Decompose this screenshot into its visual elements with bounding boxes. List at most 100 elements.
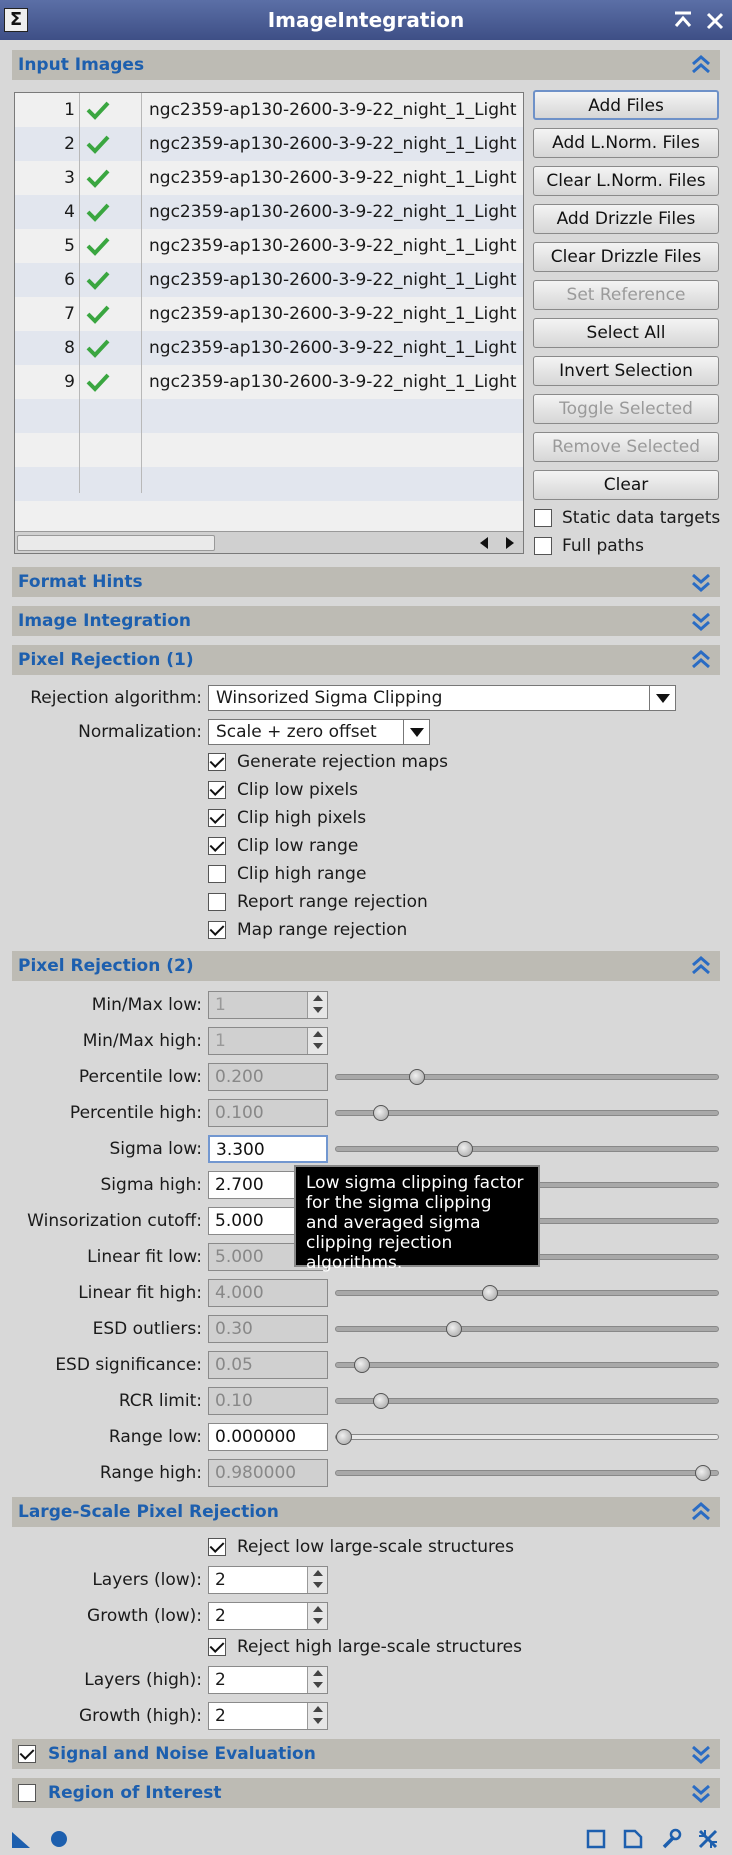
- list-item[interactable]: 8 ngc2359-ap130-2600-3-9-22_night_1_Light: [15, 331, 523, 365]
- list-item[interactable]: 6 ngc2359-ap130-2600-3-9-22_night_1_Light: [15, 263, 523, 297]
- collapse-section-icon[interactable]: [690, 649, 712, 671]
- sigma-low-field[interactable]: 3.300: [208, 1135, 328, 1163]
- slider-thumb[interactable]: [354, 1357, 370, 1373]
- collapse-section-icon[interactable]: [690, 1501, 712, 1523]
- growth-low-stepper[interactable]: 2: [208, 1602, 328, 1630]
- slider-thumb[interactable]: [409, 1069, 425, 1085]
- select-all-button[interactable]: Select All: [533, 318, 719, 348]
- section-pixel-rejection-2[interactable]: Pixel Rejection (2): [12, 951, 720, 981]
- check-icon[interactable]: [85, 235, 111, 257]
- esd-significance-field[interactable]: 0.05: [208, 1351, 328, 1379]
- collapse-section-icon[interactable]: [690, 54, 712, 76]
- clear-button[interactable]: Clear: [533, 470, 719, 500]
- signal-noise-checkbox[interactable]: [18, 1745, 36, 1763]
- esd-outliers-slider[interactable]: [335, 1321, 719, 1337]
- scrollbar-thumb[interactable]: [17, 535, 215, 551]
- chevron-down-icon[interactable]: [403, 720, 429, 744]
- document-icon[interactable]: [622, 1828, 644, 1850]
- check-icon[interactable]: [85, 269, 111, 291]
- section-image-integration[interactable]: Image Integration: [12, 606, 720, 636]
- check-icon[interactable]: [85, 371, 111, 393]
- preview-icon[interactable]: [585, 1828, 607, 1850]
- slider-thumb[interactable]: [373, 1393, 389, 1409]
- minmax-high-stepper[interactable]: 1: [208, 1027, 328, 1055]
- title-bar[interactable]: Σ ImageIntegration: [0, 0, 732, 40]
- expand-section-icon[interactable]: [690, 1743, 712, 1765]
- check-icon[interactable]: [85, 167, 111, 189]
- rcr-limit-field[interactable]: 0.10: [208, 1387, 328, 1415]
- input-files-list[interactable]: 1 ngc2359-ap130-2600-3-9-22_night_1_Light…: [14, 92, 524, 554]
- layers-low-stepper[interactable]: 2: [208, 1566, 328, 1594]
- growth-high-stepper[interactable]: 2: [208, 1702, 328, 1730]
- scroll-left-icon[interactable]: [477, 536, 491, 550]
- apply-global-icon[interactable]: [48, 1828, 70, 1850]
- linear-fit-high-slider[interactable]: [335, 1285, 719, 1301]
- clear-lnorm-files-button[interactable]: Clear L.Norm. Files: [533, 166, 719, 196]
- clip-low-range-checkbox[interactable]: [208, 837, 226, 855]
- list-item[interactable]: 4 ngc2359-ap130-2600-3-9-22_night_1_Light: [15, 195, 523, 229]
- sigma-low-slider[interactable]: [335, 1141, 719, 1157]
- stepper-arrows-icon[interactable]: [307, 1667, 327, 1693]
- percentile-high-field[interactable]: 0.100: [208, 1099, 328, 1127]
- reject-low-large-scale-checkbox[interactable]: [208, 1538, 226, 1556]
- range-low-field[interactable]: 0.000000: [208, 1423, 328, 1451]
- rejection-algorithm-select[interactable]: Winsorized Sigma Clipping: [208, 685, 676, 711]
- list-item[interactable]: 1 ngc2359-ap130-2600-3-9-22_night_1_Light: [15, 93, 523, 127]
- check-icon[interactable]: [85, 303, 111, 325]
- esd-outliers-field[interactable]: 0.30: [208, 1315, 328, 1343]
- add-drizzle-files-button[interactable]: Add Drizzle Files: [533, 204, 719, 234]
- check-icon[interactable]: [85, 99, 111, 121]
- collapse-section-icon[interactable]: [690, 955, 712, 977]
- roi-checkbox[interactable]: [18, 1784, 36, 1802]
- expand-section-icon[interactable]: [690, 1782, 712, 1804]
- map-range-rejection-checkbox[interactable]: [208, 921, 226, 939]
- reset-icon[interactable]: [697, 1828, 719, 1850]
- section-input-images[interactable]: Input Images: [12, 50, 720, 80]
- check-icon[interactable]: [85, 337, 111, 359]
- reject-high-large-scale-checkbox[interactable]: [208, 1638, 226, 1656]
- list-item[interactable]: 3 ngc2359-ap130-2600-3-9-22_night_1_Light: [15, 161, 523, 195]
- percentile-low-field[interactable]: 0.200: [208, 1063, 328, 1091]
- normalization-select[interactable]: Scale + zero offset: [208, 719, 430, 745]
- linear-fit-high-field[interactable]: 4.000: [208, 1279, 328, 1307]
- range-low-slider[interactable]: [335, 1429, 719, 1445]
- slider-thumb[interactable]: [373, 1105, 389, 1121]
- minmax-low-stepper[interactable]: 1: [208, 991, 328, 1019]
- check-icon[interactable]: [85, 133, 111, 155]
- stepper-arrows-icon[interactable]: [307, 1028, 327, 1054]
- report-range-rejection-checkbox[interactable]: [208, 893, 226, 911]
- invert-selection-button[interactable]: Invert Selection: [533, 356, 719, 386]
- layers-high-stepper[interactable]: 2: [208, 1666, 328, 1694]
- clip-low-pixels-checkbox[interactable]: [208, 781, 226, 799]
- slider-thumb[interactable]: [695, 1465, 711, 1481]
- slider-thumb[interactable]: [446, 1321, 462, 1337]
- slider-thumb[interactable]: [457, 1141, 473, 1157]
- expand-section-icon[interactable]: [690, 610, 712, 632]
- list-item[interactable]: 2 ngc2359-ap130-2600-3-9-22_night_1_Light: [15, 127, 523, 161]
- collapse-icon[interactable]: [672, 8, 694, 32]
- esd-significance-slider[interactable]: [335, 1357, 719, 1373]
- check-icon[interactable]: [85, 201, 111, 223]
- list-item[interactable]: 9 ngc2359-ap130-2600-3-9-22_night_1_Light: [15, 365, 523, 399]
- slider-thumb[interactable]: [336, 1429, 352, 1445]
- toggle-selected-button[interactable]: Toggle Selected: [533, 394, 719, 424]
- stepper-arrows-icon[interactable]: [307, 1603, 327, 1629]
- wrench-icon[interactable]: [660, 1828, 682, 1850]
- set-reference-button[interactable]: Set Reference: [533, 280, 719, 310]
- new-instance-icon[interactable]: [10, 1828, 32, 1850]
- chevron-down-icon[interactable]: [649, 686, 675, 710]
- section-region-of-interest[interactable]: Region of Interest: [12, 1778, 720, 1808]
- section-signal-noise-evaluation[interactable]: Signal and Noise Evaluation: [12, 1739, 720, 1769]
- range-high-field[interactable]: 0.980000: [208, 1459, 328, 1487]
- clear-drizzle-files-button[interactable]: Clear Drizzle Files: [533, 242, 719, 272]
- rcr-limit-slider[interactable]: [335, 1393, 719, 1409]
- add-lnorm-files-button[interactable]: Add L.Norm. Files: [533, 128, 719, 158]
- percentile-high-slider[interactable]: [335, 1105, 719, 1121]
- full-paths-checkbox[interactable]: [534, 537, 552, 555]
- horizontal-scrollbar[interactable]: [15, 531, 523, 553]
- clip-high-range-checkbox[interactable]: [208, 865, 226, 883]
- scroll-right-icon[interactable]: [503, 536, 517, 550]
- stepper-arrows-icon[interactable]: [307, 992, 327, 1018]
- section-pixel-rejection-1[interactable]: Pixel Rejection (1): [12, 645, 720, 675]
- percentile-low-slider[interactable]: [335, 1069, 719, 1085]
